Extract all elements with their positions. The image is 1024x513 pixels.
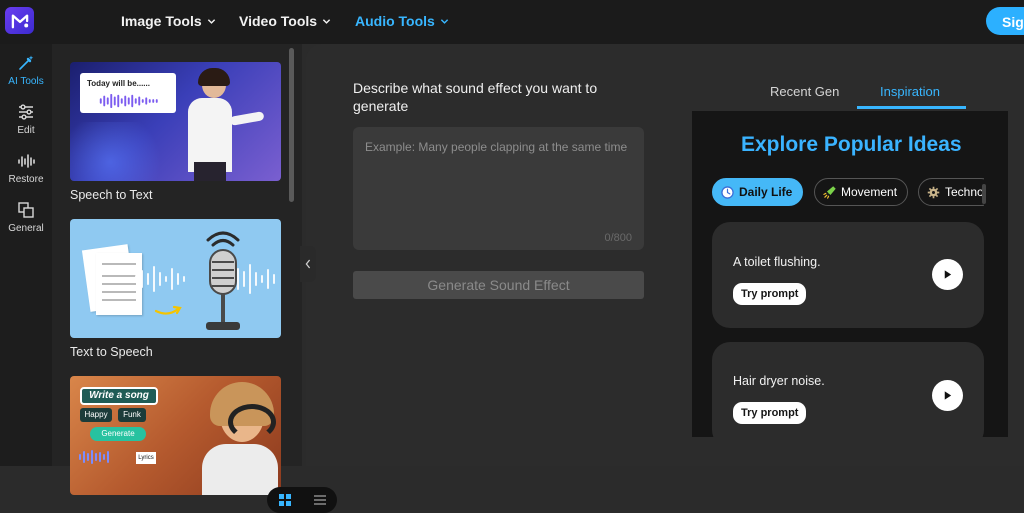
play-button[interactable] [932,259,963,290]
play-icon [944,270,952,279]
top-bar: Image Tools Video Tools Audio Tools Sig [0,0,1024,44]
tool-card-speech-to-text[interactable]: Today will be...... Speech to Text [70,62,281,202]
chip-label: Daily Life [739,185,793,199]
song-prompt-box: Write a song [80,387,158,405]
sliders-icon [19,104,33,120]
idea-card[interactable]: Hair dryer noise. Try prompt [712,342,984,437]
nav-image-tools-label: Image Tools [121,13,202,29]
rail-item-ai-tools[interactable]: AI Tools [0,54,52,98]
chip-movement[interactable]: Movement [814,178,909,206]
chip-label: Movement [841,185,898,199]
tool-card-label: Text to Speech [70,345,153,359]
tools-scrollbar[interactable] [289,48,294,202]
tool-card-song-generator[interactable]: Write a song Happy Funk Generate Lyrics [70,376,281,502]
speech-to-text-thumbnail: Today will be...... [70,62,281,181]
presenter-arm [229,111,265,126]
magic-wand-icon [19,55,34,70]
nav-audio-tools-label: Audio Tools [355,13,435,29]
view-toggle [267,487,337,513]
lyrics-badge: Lyrics [136,452,156,464]
speech-bubble-text: Today will be...... [87,79,150,88]
tag-chip: Funk [118,408,146,422]
nav-image-tools[interactable]: Image Tools [121,13,216,29]
rocket-icon [823,185,836,199]
waveform-graphic [99,94,158,108]
headphones-icon [228,404,276,440]
active-tab-indicator [857,106,966,109]
idea-text: Hair dryer noise. [733,374,825,388]
sign-in-button[interactable]: Sig [986,7,1024,35]
brand-logo[interactable] [5,7,34,34]
tool-card-text-to-speech[interactable]: Text to Speech [70,219,281,359]
arrow-icon [154,305,182,315]
nav-video-tools[interactable]: Video Tools [239,13,331,29]
tool-card-label: Speech to Text [70,188,153,202]
inspiration-panel: Explore Popular Ideas Daily Life Movemen… [692,111,1008,437]
text-to-speech-thumbnail [70,219,281,338]
presenter-shirt [188,98,232,172]
char-counter: 0/800 [604,232,632,244]
play-button[interactable] [932,380,963,411]
try-prompt-button[interactable]: Try prompt [733,402,807,424]
tab-inspiration[interactable]: Inspiration [880,84,940,99]
chip-daily-life[interactable]: Daily Life [712,178,804,206]
try-prompt-button[interactable]: Try prompt [733,283,807,305]
waveform-icon [18,154,35,168]
chevron-down-icon [440,18,449,24]
tools-panel: Today will be...... Speech to Text Text … [52,44,337,513]
list-view-icon[interactable] [313,493,327,507]
generate-sound-effect-button[interactable]: Generate Sound Effect [353,271,644,299]
left-rail: AI Tools Edit Restore General [0,44,52,466]
tag-chip: Happy [80,408,112,422]
rail-item-ai-tools-label: AI Tools [8,76,44,87]
rail-item-general[interactable]: General [0,201,52,245]
category-chips: Daily Life Movement Techno [712,178,984,208]
play-icon [944,391,952,400]
tab-recent-gen[interactable]: Recent Gen [770,84,839,99]
presenter-pants [194,162,226,181]
rail-item-edit[interactable]: Edit [0,103,52,147]
copy-icon [18,202,34,218]
microphone-icon [206,231,240,330]
presenter-hair [198,68,230,86]
song-generator-thumbnail: Write a song Happy Funk Generate Lyrics [70,376,281,495]
chip-label: Techno [945,185,984,199]
prompt-label: Describe what sound effect you want to g… [353,80,598,114]
chip-techno[interactable]: Techno [918,178,984,206]
singer-shirt [202,444,278,495]
rail-item-edit-label: Edit [17,125,35,136]
generate-chip: Generate [90,427,146,441]
chevron-down-icon [322,18,331,24]
rail-item-general-label: General [8,223,44,234]
nav-audio-tools[interactable]: Audio Tools [355,13,449,29]
chips-scrollbar[interactable] [982,184,986,204]
rail-item-restore-label: Restore [8,174,44,185]
grid-view-icon[interactable] [278,493,292,507]
idea-text: A toilet flushing. [733,255,821,269]
panel-title: Explore Popular Ideas [741,133,962,156]
waveform-graphic [79,450,109,464]
nav-video-tools-label: Video Tools [239,13,318,29]
clock-icon [721,185,734,199]
chevron-down-icon [207,18,215,24]
logo-mark-icon [11,14,28,28]
prompt-textarea-container: 0/800 [353,127,644,250]
collapse-panel-button[interactable] [300,246,316,282]
chevron-left-icon [305,259,311,269]
gear-icon [927,186,940,198]
idea-card[interactable]: A toilet flushing. Try prompt [712,222,984,328]
sound-prompt-textarea[interactable] [365,140,632,220]
rail-item-restore[interactable]: Restore [0,152,52,196]
